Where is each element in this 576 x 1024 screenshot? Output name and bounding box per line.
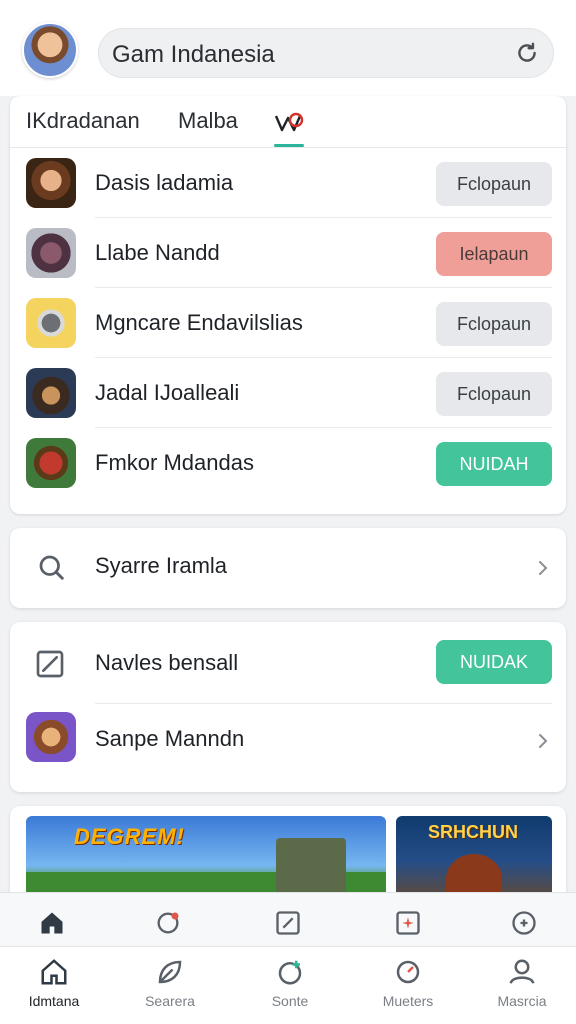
list-item[interactable]: Mgncare Endavilslias Fclopaun xyxy=(10,288,566,358)
sparkle-icon[interactable] xyxy=(394,909,422,937)
bottom-nav: Idmtana Searera Sonte Mueters Masrcia xyxy=(0,946,576,1024)
chevron-right-icon xyxy=(539,561,548,575)
quick-action-bar xyxy=(0,892,576,952)
list-item[interactable]: Jadal IJoalleali Fclopaun xyxy=(10,358,566,428)
nav-item-updates[interactable]: Mueters xyxy=(358,957,458,1009)
list-item-action-button[interactable]: Fclopaun xyxy=(436,302,552,346)
avatar[interactable] xyxy=(22,22,78,78)
list-item[interactable]: Dasis ladamia Fclopaun xyxy=(10,148,566,218)
search-icon xyxy=(39,555,64,580)
search-card-label: Syarre Iramla xyxy=(95,553,228,578)
list-item-title: Mgncare Endavilslias xyxy=(95,310,303,335)
nav-item-search[interactable]: Searera xyxy=(120,957,220,1009)
list-item[interactable]: Fmkor Mdandas NUIDAH xyxy=(10,428,566,498)
search-input[interactable]: Gam Indanesia xyxy=(98,28,554,78)
list-item-action-button[interactable]: Fclopaun xyxy=(436,162,552,206)
game-icon-gear xyxy=(26,298,76,348)
news-row-label: Navles bensall xyxy=(95,650,239,675)
news-card: Navles bensall NUIDAK Sanpe Manndn xyxy=(10,622,566,792)
promo-banner: DEGREM! SRHCHUN xyxy=(10,806,566,906)
nav-item-profile[interactable]: Masrcia xyxy=(472,957,572,1009)
nav-item-home[interactable]: Idmtana xyxy=(4,957,104,1009)
person-icon xyxy=(509,959,535,984)
chevron-right-icon xyxy=(539,734,548,748)
nav-label: Sonte xyxy=(271,993,309,1009)
tab-second[interactable]: Malba xyxy=(178,108,238,134)
list-item-action-button[interactable]: NUIDAH xyxy=(436,442,552,486)
tab-logo-icon[interactable] xyxy=(272,108,308,136)
search-card[interactable]: Syarre Iramla xyxy=(10,528,566,608)
nav-label: Idmtana xyxy=(28,993,80,1009)
controller-icon xyxy=(278,960,302,985)
app-header: Gam Indanesia xyxy=(0,0,576,96)
nav-item-store[interactable]: Sonte xyxy=(240,957,340,1009)
leaf-icon xyxy=(158,960,182,984)
gauge-icon xyxy=(396,960,420,984)
banner-title-left: DEGREM! xyxy=(74,824,185,849)
list-item[interactable]: Sanpe Manndn xyxy=(10,704,566,792)
edit-icon xyxy=(36,650,64,678)
list-item-title: Jadal IJoalleali xyxy=(95,380,240,405)
edit-icon[interactable] xyxy=(274,909,302,937)
home-icon[interactable] xyxy=(38,909,66,937)
list-item-title: Dasis ladamia xyxy=(95,170,234,195)
chat-icon[interactable] xyxy=(154,909,182,937)
refresh-icon[interactable] xyxy=(514,40,540,66)
tab-first[interactable]: IKdradanan xyxy=(26,108,140,134)
nav-label: Masrcia xyxy=(497,993,547,1009)
news-action-button[interactable]: NUIDAK xyxy=(436,640,552,684)
active-tab-indicator xyxy=(274,144,304,147)
game-icon-creature xyxy=(26,228,76,278)
game-icon-warrior xyxy=(26,368,76,418)
game-icon-shield xyxy=(26,438,76,488)
game-icon-character xyxy=(26,158,76,208)
games-list-card: IKdradanan Malba Dasis ladamia Fclopaun … xyxy=(10,96,566,514)
list-item-action-button[interactable]: Fclopaun xyxy=(436,372,552,416)
list-item-title: Fmkor Mdandas xyxy=(95,450,254,475)
game-icon-hero xyxy=(26,712,76,762)
nav-label: Mueters xyxy=(382,993,434,1009)
list-item-action-button[interactable]: Ielapaun xyxy=(436,232,552,276)
banner-title-right: SRHCHUN xyxy=(428,822,518,842)
tab-bar: IKdradanan Malba xyxy=(10,96,566,148)
list-item-title: Llabe Nandd xyxy=(95,240,220,265)
gamepad-icon[interactable] xyxy=(510,909,538,937)
list-item[interactable]: Navles bensall NUIDAK xyxy=(10,622,566,704)
banner-temple xyxy=(276,838,346,898)
list-item[interactable]: Llabe Nandd Ielapaun xyxy=(10,218,566,288)
home-icon xyxy=(41,959,67,985)
search-text: Gam Indanesia xyxy=(112,41,275,68)
nav-label: Searera xyxy=(145,993,195,1009)
news-row-label: Sanpe Manndn xyxy=(95,726,245,751)
